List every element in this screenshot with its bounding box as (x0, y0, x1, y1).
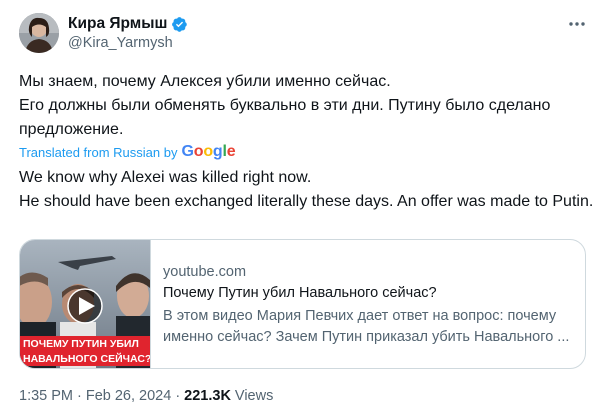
tweet-original-line: Его должны были обменять буквально в эти… (19, 97, 551, 138)
more-options-icon[interactable] (566, 14, 588, 34)
meta-separator: · (77, 388, 82, 404)
tweet-meta: 1:35 PM · Feb 26, 2024 · 221.3K Views (19, 386, 273, 406)
card-description: В этом видео Мария Певчих дает ответ на … (163, 308, 570, 345)
link-card[interactable]: ПОЧЕМУ ПУТИН УБИЛ НАВАЛЬНОГО СЕЙЧАС? you… (19, 239, 586, 369)
views-count[interactable]: 221.3K (184, 388, 231, 404)
avatar[interactable] (19, 13, 59, 53)
tweet-translation-text: We know why Alexei was killed right now.… (19, 166, 594, 214)
thumbnail-caption-line1: ПОЧЕМУ ПУТИН УБИЛ (23, 338, 139, 350)
tweet-original-line: Мы знаем, почему Алексея убили именно се… (19, 73, 391, 90)
views-label: Views (234, 388, 274, 404)
tweet-original-text: Мы знаем, почему Алексея убили именно се… (19, 70, 594, 142)
card-domain: youtube.com (163, 264, 247, 280)
translation-attribution[interactable]: Translated from Russian by Google (19, 142, 236, 162)
handle[interactable]: @Kira_Yarmysh (68, 35, 173, 51)
google-logo: Google (181, 143, 236, 160)
tweet-translation-line: We know why Alexei was killed right now. (19, 169, 312, 186)
video-thumbnail[interactable]: ПОЧЕМУ ПУТИН УБИЛ НАВАЛЬНОГО СЕЙЧАС? (20, 240, 156, 368)
translated-from-label: Translated from Russian by (19, 144, 178, 160)
card-title[interactable]: Почему Путин убил Навального сейчас? (163, 283, 573, 303)
verified-badge-icon (172, 16, 188, 32)
display-name[interactable]: Кира Ярмыш (68, 15, 167, 33)
play-icon[interactable] (67, 288, 103, 324)
card-text[interactable]: youtube.com Почему Путин убил Навального… (151, 240, 573, 368)
tweet-date[interactable]: Feb 26, 2024 (86, 388, 171, 404)
thumbnail-caption-line2: НАВАЛЬНОГО СЕЙЧАС? (23, 352, 150, 365)
tweet-translation-line: He should have been exchanged literally … (19, 193, 594, 210)
meta-separator: · (175, 388, 181, 404)
tweet-time[interactable]: 1:35 PM (19, 388, 73, 404)
